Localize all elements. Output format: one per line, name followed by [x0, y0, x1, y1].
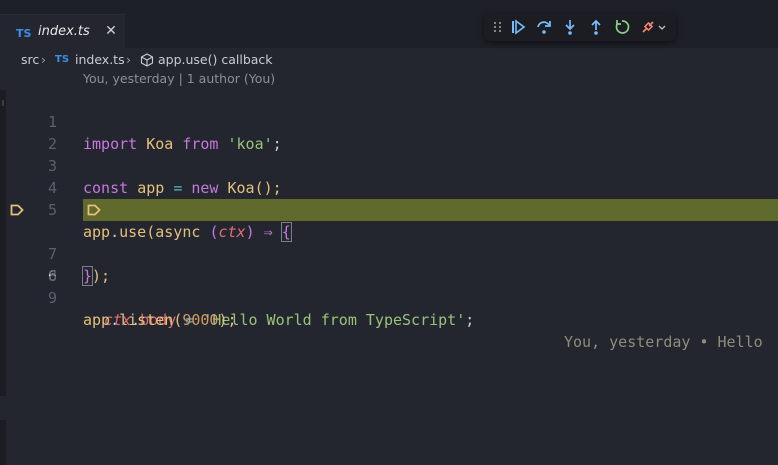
- chevron-right-icon: ›: [41, 52, 46, 67]
- code-line-current[interactable]: 6 ctx.body = 'Hello World from TypeScrip…: [0, 199, 778, 351]
- code-line[interactable]: 7 });: [0, 221, 778, 286]
- step-out-icon[interactable]: [587, 18, 605, 36]
- code-line[interactable]: 5 app.use(async (ctx) ⇒ {: [0, 177, 778, 242]
- identifier: app: [83, 311, 111, 329]
- continue-icon[interactable]: [509, 18, 527, 36]
- breadcrumb: src › TS index.ts › app.use() callback: [0, 50, 778, 70]
- typescript-icon: TS: [55, 54, 70, 65]
- disconnect-icon[interactable]: [639, 18, 657, 36]
- current-line-highlight: [83, 199, 778, 221]
- chevron-down-icon[interactable]: [657, 18, 667, 36]
- code-line[interactable]: 1 import Koa from 'koa';: [0, 89, 778, 153]
- code-line[interactable]: 9 app.listen(9000);: [0, 265, 778, 329]
- breadcrumb-symbol[interactable]: app.use() callback: [158, 52, 273, 67]
- punctuation: .: [110, 311, 120, 329]
- chevron-right-icon: ›: [126, 52, 131, 67]
- code-editor[interactable]: 1 import Koa from 'koa'; 2 3 const app =…: [0, 89, 778, 351]
- code-text: app.listen(9000);: [83, 309, 237, 331]
- step-into-icon[interactable]: [561, 18, 579, 36]
- tab-index-ts[interactable]: TS index.ts ✕: [0, 14, 125, 48]
- punctuation: ;: [465, 311, 475, 329]
- code-line[interactable]: 3 const app = new Koa();: [0, 133, 778, 197]
- tab-label: index.ts: [38, 24, 90, 39]
- title-strip: [0, 0, 778, 14]
- string-literal: 'Hello World from TypeScript': [203, 311, 466, 329]
- code-line[interactable]: 8: [0, 243, 778, 285]
- close-icon[interactable]: ✕: [103, 21, 119, 41]
- number-literal: 9000: [182, 311, 219, 329]
- breadcrumb-file[interactable]: index.ts: [75, 52, 125, 67]
- method-cube-icon: [140, 53, 154, 67]
- breadcrumb-folder[interactable]: src: [21, 52, 39, 67]
- drag-grip-icon[interactable]: [493, 21, 503, 33]
- codelens-author[interactable]: You, yesterday | 1 author (You): [83, 71, 275, 86]
- debug-toolbar: [484, 13, 676, 41]
- punctuation: );: [218, 311, 237, 329]
- code-line[interactable]: 4: [0, 155, 778, 197]
- restart-icon[interactable]: [613, 18, 631, 36]
- punctuation: (: [173, 311, 183, 329]
- inline-breakpoint-icon[interactable]: [87, 204, 101, 216]
- inline-blame[interactable]: You, yesterday • Hello: [564, 331, 763, 353]
- activity-strip-lower: [0, 420, 6, 465]
- code-line[interactable]: 2: [0, 111, 778, 153]
- step-over-icon[interactable]: [535, 18, 553, 36]
- method-name: listen: [119, 311, 174, 329]
- typescript-icon: TS: [16, 27, 32, 40]
- line-number: 9: [47, 289, 57, 307]
- breakpoint-icon[interactable]: [10, 204, 24, 216]
